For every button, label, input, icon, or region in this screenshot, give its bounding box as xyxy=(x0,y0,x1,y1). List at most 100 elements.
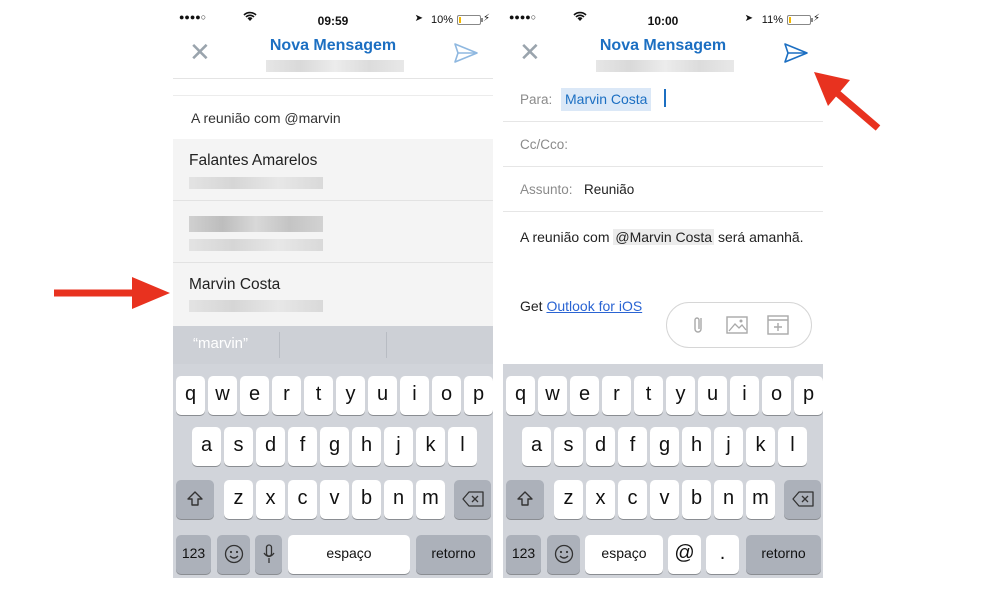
key-k[interactable]: k xyxy=(416,427,445,466)
backspace-key[interactable] xyxy=(784,480,821,519)
suggestion-item-marvin[interactable]: Marvin Costa xyxy=(173,263,493,325)
key-e[interactable]: e xyxy=(240,376,269,415)
key-c[interactable]: c xyxy=(618,480,647,519)
key-d[interactable]: d xyxy=(586,427,615,466)
emoji-icon xyxy=(554,544,573,564)
nav-bar: ✕ Nova Mensagem xyxy=(503,31,823,79)
key-h[interactable]: h xyxy=(352,427,381,466)
key-w[interactable]: w xyxy=(538,376,567,415)
outlook-ios-link[interactable]: Outlook for iOS xyxy=(546,298,642,314)
key-r[interactable]: r xyxy=(272,376,301,415)
divider xyxy=(279,332,280,358)
suggestion-item[interactable]: Falantes Amarelos xyxy=(173,139,493,201)
battery-fill xyxy=(789,17,791,23)
message-body[interactable]: A reunião com @Marvin Costa será amanhã. xyxy=(520,225,810,249)
send-icon[interactable] xyxy=(453,41,479,65)
backspace-icon xyxy=(791,491,814,507)
key-i[interactable]: i xyxy=(730,376,759,415)
key-q[interactable]: q xyxy=(506,376,535,415)
key-b[interactable]: b xyxy=(352,480,381,519)
key-p[interactable]: p xyxy=(464,376,493,415)
dictation-key[interactable] xyxy=(255,535,282,574)
battery-icon xyxy=(787,15,813,25)
recipient-chip[interactable]: Marvin Costa xyxy=(561,88,652,111)
numbers-key[interactable]: 123 xyxy=(506,535,541,574)
subject-field[interactable]: Assunto: Reunião xyxy=(503,167,823,212)
send-icon[interactable] xyxy=(783,41,809,65)
key-k[interactable]: k xyxy=(746,427,775,466)
key-z[interactable]: z xyxy=(554,480,583,519)
key-g[interactable]: g xyxy=(320,427,349,466)
key-j[interactable]: j xyxy=(714,427,743,466)
at-key[interactable]: @ xyxy=(668,535,701,574)
key-c[interactable]: c xyxy=(288,480,317,519)
left-phone-screen: ●●●●○ 09:59 ➤ 10% ⚡ ✕ Nova Mensagem A re… xyxy=(173,0,493,578)
key-m[interactable]: m xyxy=(746,480,775,519)
key-g[interactable]: g xyxy=(650,427,679,466)
suggestion-item[interactable] xyxy=(173,201,493,263)
key-h[interactable]: h xyxy=(682,427,711,466)
key-x[interactable]: x xyxy=(586,480,615,519)
key-u[interactable]: u xyxy=(698,376,727,415)
key-s[interactable]: s xyxy=(554,427,583,466)
dot-key[interactable]: . xyxy=(706,535,739,574)
space-key[interactable]: espaço xyxy=(288,535,410,574)
numbers-key[interactable]: 123 xyxy=(176,535,211,574)
attachment-toolbar xyxy=(666,302,812,348)
return-key[interactable]: retorno xyxy=(746,535,821,574)
key-n[interactable]: n xyxy=(714,480,743,519)
key-v[interactable]: v xyxy=(650,480,679,519)
backspace-key[interactable] xyxy=(454,480,491,519)
body-text-pre: A reunião com xyxy=(520,229,614,245)
key-p[interactable]: p xyxy=(794,376,823,415)
mention-tag[interactable]: @Marvin Costa xyxy=(613,229,715,245)
blurred-name xyxy=(189,216,323,232)
key-t[interactable]: t xyxy=(634,376,663,415)
key-a[interactable]: a xyxy=(192,427,221,466)
key-b[interactable]: b xyxy=(682,480,711,519)
cc-field[interactable]: Cc/Cco: xyxy=(503,122,823,167)
emoji-key[interactable] xyxy=(547,535,580,574)
key-o[interactable]: o xyxy=(432,376,461,415)
key-u[interactable]: u xyxy=(368,376,397,415)
key-q[interactable]: q xyxy=(176,376,205,415)
shift-key[interactable] xyxy=(176,480,214,519)
return-key[interactable]: retorno xyxy=(416,535,491,574)
key-l[interactable]: l xyxy=(778,427,807,466)
key-z[interactable]: z xyxy=(224,480,253,519)
key-v[interactable]: v xyxy=(320,480,349,519)
key-w[interactable]: w xyxy=(208,376,237,415)
key-o[interactable]: o xyxy=(762,376,791,415)
nav-bar: ✕ Nova Mensagem xyxy=(173,31,493,79)
key-n[interactable]: n xyxy=(384,480,413,519)
calendar-add-icon[interactable] xyxy=(766,314,790,336)
key-e[interactable]: e xyxy=(570,376,599,415)
message-body[interactable]: A reunião com @marvin xyxy=(173,95,493,139)
shift-key[interactable] xyxy=(506,480,544,519)
key-r[interactable]: r xyxy=(602,376,631,415)
key-t[interactable]: t xyxy=(304,376,333,415)
battery-percent: 10% xyxy=(430,14,453,26)
key-i[interactable]: i xyxy=(400,376,429,415)
key-y[interactable]: y xyxy=(666,376,695,415)
key-d[interactable]: d xyxy=(256,427,285,466)
key-j[interactable]: j xyxy=(384,427,413,466)
key-a[interactable]: a xyxy=(522,427,551,466)
key-m[interactable]: m xyxy=(416,480,445,519)
suggestion-name: Marvin Costa xyxy=(189,276,281,293)
paperclip-icon[interactable] xyxy=(687,314,711,336)
key-x[interactable]: x xyxy=(256,480,285,519)
space-key[interactable]: espaço xyxy=(585,535,663,574)
keyboard: q w e r t y u i o p a s d f g h j k l z … xyxy=(503,364,823,578)
image-icon[interactable] xyxy=(725,314,749,336)
emoji-key[interactable] xyxy=(217,535,250,574)
key-y[interactable]: y xyxy=(336,376,365,415)
key-l[interactable]: l xyxy=(448,427,477,466)
key-s[interactable]: s xyxy=(224,427,253,466)
key-f[interactable]: f xyxy=(618,427,647,466)
suggestion-name: Falantes Amarelos xyxy=(189,152,318,169)
key-f[interactable]: f xyxy=(288,427,317,466)
predictive-word[interactable]: “marvin” xyxy=(193,335,248,352)
to-field[interactable]: Para: Marvin Costa xyxy=(503,78,823,122)
charging-icon: ⚡ xyxy=(812,13,820,24)
